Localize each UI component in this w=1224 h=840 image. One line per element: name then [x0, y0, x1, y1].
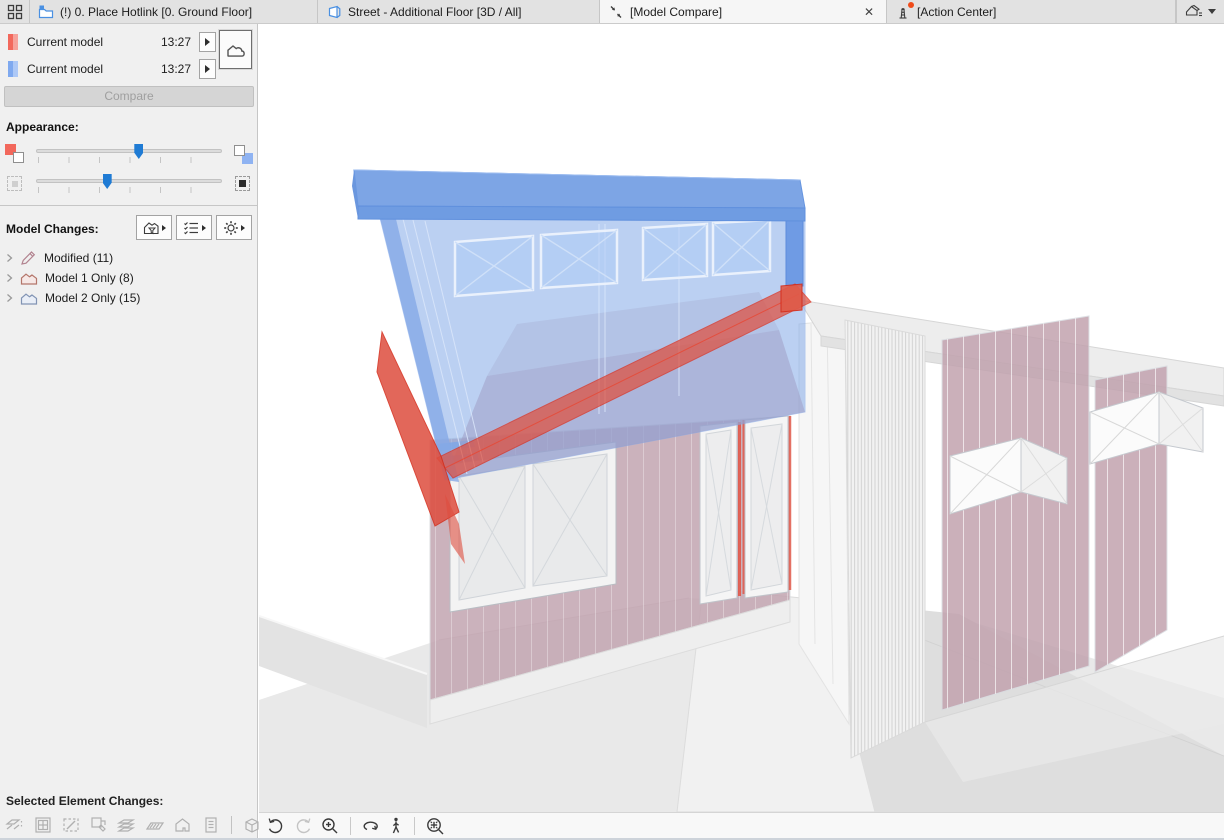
expander-chevron-icon[interactable]: [6, 273, 13, 283]
model2-row[interactable]: Current model 13:27: [4, 57, 216, 81]
tab-close-icon[interactable]: ✕: [860, 5, 878, 19]
tab-overview-grid-icon: [7, 4, 23, 20]
transparency-right-icon: [233, 174, 253, 194]
house-outline-icon: [173, 815, 193, 835]
model-changes-tree: Modified (11) Model 1 Only (8): [6, 248, 253, 308]
selected-element-changes-label: Selected Element Changes:: [6, 794, 163, 808]
checklist-icon: [183, 220, 200, 236]
tab-label: Street - Additional Floor [3D / All]: [348, 5, 521, 19]
tab-street-3d[interactable]: Street - Additional Floor [3D / All]: [318, 0, 600, 23]
hotlink-folder-icon: [38, 4, 54, 20]
color-overlap-left-icon: [5, 144, 25, 164]
color-intensity-slider[interactable]: [36, 142, 222, 168]
compare-button[interactable]: Compare: [4, 86, 254, 107]
arrow-right-icon: [202, 225, 206, 231]
layers-icon: [117, 815, 137, 835]
tab-overview-button[interactable]: [0, 0, 30, 23]
model1-time: 13:27: [161, 35, 191, 49]
fit-in-window-button[interactable]: [425, 816, 446, 836]
settings-button[interactable]: [216, 215, 252, 240]
tab-label: [Action Center]: [917, 5, 996, 19]
arrow-right-icon: [241, 225, 245, 231]
expander-chevron-icon[interactable]: [6, 253, 13, 263]
walk-explore-button[interactable]: [388, 816, 404, 836]
3d-viewport[interactable]: [259, 24, 1224, 812]
tree-item-modified[interactable]: Modified (11): [6, 248, 253, 268]
model2-time: 13:27: [161, 62, 191, 76]
notification-dot: [908, 2, 914, 8]
change-list-button[interactable]: [176, 215, 212, 240]
model-compare-icon: [608, 4, 624, 20]
model2-color-swatch: [8, 61, 18, 77]
tab-model-compare[interactable]: [Model Compare] ✕: [600, 0, 887, 23]
chevron-down-icon: [1208, 9, 1216, 14]
view-navigation-bar: [259, 812, 1224, 838]
model-source-button[interactable]: [219, 30, 252, 69]
document-icon: [201, 815, 221, 835]
house-model2-icon: [20, 291, 38, 306]
model-compare-panel: Current model 13:27 Current model 13:27 …: [0, 24, 258, 838]
transparency-slider[interactable]: [36, 172, 222, 198]
tab-bar: (!) 0. Place Hotlink [0. Ground Floor] S…: [0, 0, 1224, 24]
selected-changes-toolbar: [5, 815, 262, 835]
copy-style-brush-icon: [89, 815, 109, 835]
pencil-icon: [20, 251, 37, 266]
divider: [0, 205, 258, 206]
navigate-back-button[interactable]: [266, 816, 286, 836]
arrow-right-icon: [162, 225, 166, 231]
lower-doors[interactable]: [700, 416, 790, 604]
orbit-button[interactable]: [361, 816, 381, 836]
house-model1-icon: [20, 271, 38, 286]
model-changes-toolbar: [136, 215, 252, 240]
color-intensity-slider-row: [5, 142, 253, 168]
tree-item-label: Modified (11): [44, 251, 113, 265]
appearance-label: Appearance:: [6, 120, 79, 134]
model1-name: Current model: [27, 35, 161, 49]
archicad-window: (!) 0. Place Hotlink [0. Ground Floor] S…: [0, 0, 1224, 840]
divider: [231, 816, 232, 834]
element-floors-icon: [5, 815, 25, 835]
filter-elements-button[interactable]: [136, 215, 172, 240]
window-grid-icon: [33, 815, 53, 835]
model-views-icon: [1185, 4, 1204, 19]
model2-roof-slab[interactable]: [352, 170, 805, 221]
model1-color-swatch: [8, 34, 18, 50]
view-switcher-dropdown[interactable]: [1176, 0, 1224, 23]
expander-chevron-icon[interactable]: [6, 293, 13, 303]
3d-scene[interactable]: [259, 24, 1224, 812]
house-filter-icon: [143, 220, 160, 236]
tab-label: (!) 0. Place Hotlink [0. Ground Floor]: [60, 5, 252, 19]
model1-select-button[interactable]: [199, 32, 216, 52]
model-changes-label: Model Changes:: [6, 222, 99, 236]
hatch-fill-icon: [145, 815, 165, 835]
divider: [414, 817, 415, 835]
divider: [350, 817, 351, 835]
color-overlap-right-icon: [233, 144, 253, 164]
tab-action-center[interactable]: [Action Center]: [887, 0, 1176, 23]
zoom-in-button[interactable]: [320, 816, 340, 836]
arrow-right-icon: [205, 65, 210, 73]
3d-view-icon: [326, 4, 342, 20]
transparency-slider-row: [5, 172, 253, 198]
model2-select-button[interactable]: [199, 59, 216, 79]
tree-item-label: Model 1 Only (8): [45, 271, 134, 285]
right-building[interactable]: [799, 300, 1224, 782]
navigate-forward-button[interactable]: [293, 816, 313, 836]
cloud-model-icon: [225, 41, 247, 59]
tree-item-label: Model 2 Only (15): [45, 291, 140, 305]
gear-icon: [223, 220, 239, 236]
tab-label: [Model Compare]: [630, 5, 722, 19]
edit-region-icon: [61, 815, 81, 835]
model1-row[interactable]: Current model 13:27: [4, 30, 216, 54]
transparency-left-icon: [5, 174, 25, 194]
arrow-right-icon: [205, 38, 210, 46]
model2-name: Current model: [27, 62, 161, 76]
tab-place-hotlink[interactable]: (!) 0. Place Hotlink [0. Ground Floor]: [30, 0, 318, 23]
tree-item-model1-only[interactable]: Model 1 Only (8): [6, 268, 253, 288]
tree-item-model2-only[interactable]: Model 2 Only (15): [6, 288, 253, 308]
